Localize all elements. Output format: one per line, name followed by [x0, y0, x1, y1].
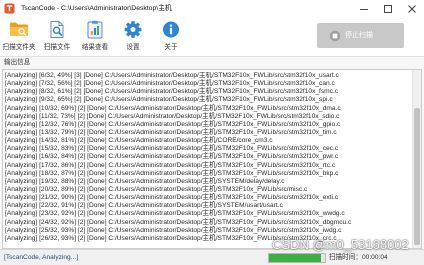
scan-progress-bar — [268, 252, 326, 263]
about-label: 关于 — [164, 44, 178, 51]
log-line: [Analyzing] [20/32, 89%] [2] [Done] C:/U… — [5, 185, 308, 193]
log-line: [Analyzing] [23/32, 92%] [2] [Done] C:/U… — [5, 210, 345, 218]
vertical-scrollbar[interactable] — [412, 70, 421, 248]
log-line: [Analyzing] [16/32, 84%] [2] [Done] C:/U… — [5, 153, 339, 161]
minimize-icon — [359, 4, 369, 14]
gear-icon — [123, 20, 143, 39]
log-line: [Analyzing] [6/32, 49%] [3] [Done] C:/Us… — [5, 72, 339, 79]
log-line: [Analyzing] [18/32, 87%] [2] [Done] C:/U… — [5, 169, 339, 177]
scan-file-label: 扫描文件 — [43, 44, 71, 51]
view-results-label: 结果查看 — [81, 44, 109, 51]
log-line: [Analyzing] [12/32, 76%] [2] [Done] C:/U… — [5, 120, 341, 128]
file-scan-icon — [47, 20, 67, 39]
scrollbar-thumb[interactable] — [414, 108, 420, 245]
scan-time-label: 扫描时间： — [329, 254, 362, 261]
log-line: [Analyzing] [25/32, 93%] [2] [Done] C:/U… — [5, 226, 342, 234]
scan-time-value: 00:00:04 — [362, 254, 388, 261]
log-line: [Analyzing] [13/32, 79%] [2] [Done] C:/U… — [5, 128, 337, 136]
log-line: [Analyzing] [24/32, 92%] [2] [Done] C:/U… — [5, 218, 352, 226]
stop-icon — [329, 30, 341, 42]
close-button[interactable] — [400, 0, 424, 17]
info-icon — [161, 20, 181, 39]
log-line: [Analyzing] [26/32, 93%] [2] [Done] C:/U… — [5, 234, 337, 242]
title-bar[interactable]: TscanCode - C:\Users\Administrator\Deskt… — [0, 0, 424, 17]
status-bar: [TscanCode, Analyzing...] 扫描时间： 00:00:04 — [0, 249, 424, 265]
minimize-button[interactable] — [352, 0, 376, 17]
view-results-button[interactable]: 结果查看 — [76, 17, 114, 56]
maximize-button[interactable] — [376, 0, 400, 17]
settings-button[interactable]: 设置 — [114, 17, 152, 56]
close-icon — [407, 4, 417, 14]
log-line: [Analyzing] [11/32, 73%] [2] [Done] C:/U… — [5, 112, 340, 120]
maximize-icon — [383, 4, 393, 14]
output-log: [Analyzing] [6/32, 49%] [3] [Done] C:/Us… — [5, 72, 410, 246]
settings-label: 设置 — [126, 44, 140, 51]
scan-folder-label: 扫描文件夹 — [2, 44, 36, 51]
log-line: [Analyzing] [9/32, 65%] [2] [Done] C:/Us… — [5, 96, 333, 104]
log-line: [Analyzing] [19/32, 88%] [2] [Done] C:/U… — [5, 177, 285, 185]
log-line: [Analyzing] [10/32, 69%] [2] [Done] C:/U… — [5, 104, 341, 112]
status-message: [TscanCode, Analyzing...] — [4, 254, 79, 261]
about-button[interactable]: 关于 — [152, 17, 190, 56]
window-title: TscanCode - C:\Users\Administrator\Deskt… — [21, 5, 172, 12]
log-line: [Analyzing] [17/32, 86%] [2] [Done] C:/U… — [5, 161, 336, 169]
folder-scan-icon — [9, 20, 29, 39]
toolbar: 扫描文件夹 扫描文件 结果查看 设置 关于 停止扫描 — [0, 17, 424, 57]
tscancode-app-icon — [4, 3, 15, 14]
scan-file-button[interactable]: 扫描文件 — [38, 17, 76, 56]
stop-scan-label: 停止扫描 — [345, 32, 373, 39]
stop-scan-button[interactable]: 停止扫描 — [317, 23, 404, 48]
scan-folder-button[interactable]: 扫描文件夹 — [0, 17, 38, 56]
output-section-label: 输出信息 — [4, 59, 31, 66]
progress-fill — [269, 253, 322, 262]
output-log-area[interactable]: [Analyzing] [6/32, 49%] [3] [Done] C:/Us… — [2, 69, 422, 249]
result-view-icon — [85, 20, 105, 39]
